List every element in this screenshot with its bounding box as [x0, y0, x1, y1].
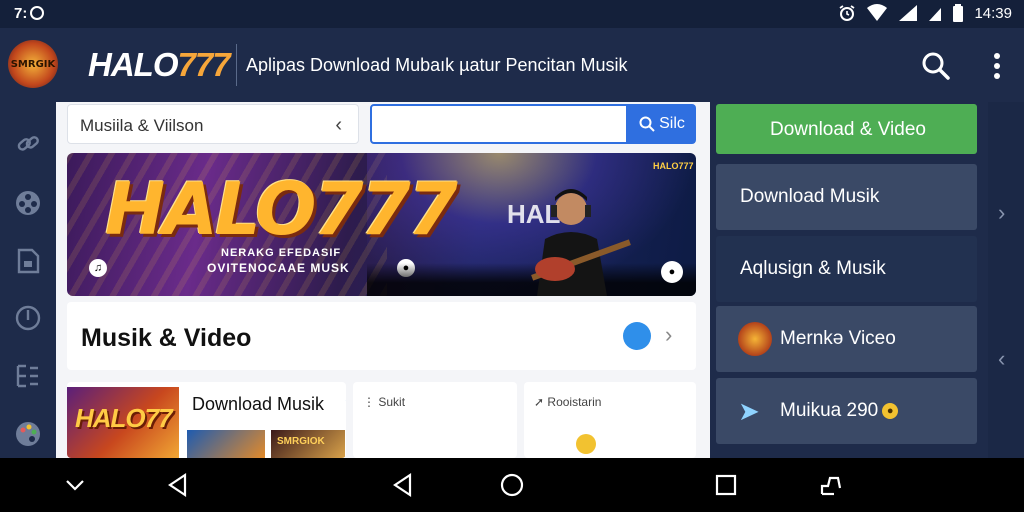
chevron-left-icon: ‹: [335, 114, 342, 136]
menu-download-musik[interactable]: Download Musik: [716, 164, 977, 230]
share-arrow-icon: ➤: [738, 396, 760, 426]
wifi-icon: [867, 4, 888, 21]
card-thumbnail: HALO77: [67, 387, 179, 458]
chevron-down-icon[interactable]: [62, 472, 88, 498]
search-icon: [639, 116, 655, 132]
palette-icon[interactable]: [14, 420, 42, 448]
edge-nav: › ‹: [988, 102, 1024, 458]
menu-download-video[interactable]: Download & Video: [716, 104, 977, 154]
category-select[interactable]: Musiila & Viilson ‹: [67, 104, 359, 144]
divider: [236, 44, 237, 86]
page-title: Aplipas Download Mubaık µatur Pencitan M…: [246, 55, 628, 75]
menu-muikua[interactable]: ➤ Muikua 290 ●: [716, 378, 977, 444]
menu-mernka-video[interactable]: Mernkə Viceo: [716, 306, 977, 372]
media-card[interactable]: HALO77 Download Musik ✦ SMRGIOK: [67, 382, 346, 458]
back-icon[interactable]: [165, 472, 191, 498]
chat-icon[interactable]: [623, 322, 651, 350]
guitarist-image: [531, 189, 631, 296]
recents-icon[interactable]: [713, 472, 739, 498]
document-icon[interactable]: [14, 247, 42, 275]
search-button[interactable]: [920, 50, 952, 82]
back-icon[interactable]: [390, 472, 416, 498]
system-nav-bar: [0, 458, 1024, 512]
search-submit-button[interactable]: Silc: [628, 104, 696, 144]
banner-line-2: OVITENOCAAE MUSK: [207, 261, 350, 275]
section-header: Musik & Video ›: [67, 302, 696, 370]
card-sub-thumbnail[interactable]: [187, 430, 265, 458]
banner-line-1: NERAKG EFEDASIF: [221, 247, 342, 259]
brand-logo[interactable]: HALO777: [88, 46, 231, 84]
main-content: Musiila & Viilson ‹ Silc HALO777 NERAKG …: [56, 102, 710, 458]
app-logo[interactable]: SMRGIK: [8, 40, 58, 88]
status-time: 14:39: [974, 4, 1012, 22]
card-sub-thumbnail[interactable]: SMRGIOK: [271, 430, 345, 458]
sparkle-icon: ✦: [345, 396, 346, 407]
banner-headline: HALO777: [105, 167, 458, 251]
battery-icon: [953, 4, 964, 22]
card-label: ⋮ Sukit: [363, 395, 406, 409]
link-icon[interactable]: [14, 130, 42, 158]
media-card[interactable]: ⋮ Sukit: [353, 382, 517, 458]
rotate-icon[interactable]: [818, 472, 844, 498]
status-left-text: 7:: [14, 5, 45, 22]
card-label: ➚ Rooistarin: [534, 395, 602, 409]
signal-icon: [899, 5, 918, 21]
status-bar: 7: 14:39: [0, 0, 1024, 28]
chat-bubble-icon[interactable]: ●: [661, 261, 683, 283]
chevron-right-icon[interactable]: ›: [998, 200, 1005, 226]
search-input[interactable]: [370, 104, 628, 144]
section-title: Musik & Video: [81, 324, 252, 352]
promo-banner[interactable]: HALO777 NERAKG EFEDASIF OVITENOCAAE MUSK…: [67, 153, 696, 296]
media-card[interactable]: ➚ Rooistarin: [524, 382, 696, 458]
trophy-icon: [576, 434, 596, 454]
chevron-left-icon[interactable]: ‹: [998, 346, 1005, 372]
category-select-value: Musiila & Viilson: [80, 116, 204, 135]
list-icon[interactable]: [14, 362, 42, 390]
search-icon: [922, 52, 950, 80]
at-icon: [30, 6, 45, 20]
right-menu: Download & Video Download Musik Aqlusign…: [710, 102, 988, 458]
dots-icon: ⋮: [363, 395, 375, 409]
music-note-icon[interactable]: ♫: [89, 259, 107, 277]
corner-logo: HALO777: [653, 161, 694, 171]
chevron-right-icon[interactable]: ›: [665, 322, 672, 348]
coin-icon: ●: [882, 402, 899, 419]
more-vert-icon: [994, 53, 1000, 79]
app-bar: SMRGIK HALO777 Aplipas Download Mubaık µ…: [0, 28, 1024, 102]
status-icons: 14:39: [838, 4, 1012, 22]
home-icon[interactable]: [499, 472, 525, 498]
card-title: Download Musik: [192, 394, 325, 414]
film-reel-icon[interactable]: [14, 189, 42, 217]
pin-icon: ➚: [534, 395, 545, 409]
overflow-menu-button[interactable]: [985, 50, 1009, 82]
disc-logo-icon: [738, 322, 772, 356]
menu-aqlusign-musik[interactable]: Aqlusign & Musik: [716, 236, 977, 302]
alarm-icon: [839, 5, 855, 21]
signal-icon: [929, 8, 942, 21]
compass-icon[interactable]: [14, 304, 42, 332]
side-rail: [0, 102, 56, 458]
